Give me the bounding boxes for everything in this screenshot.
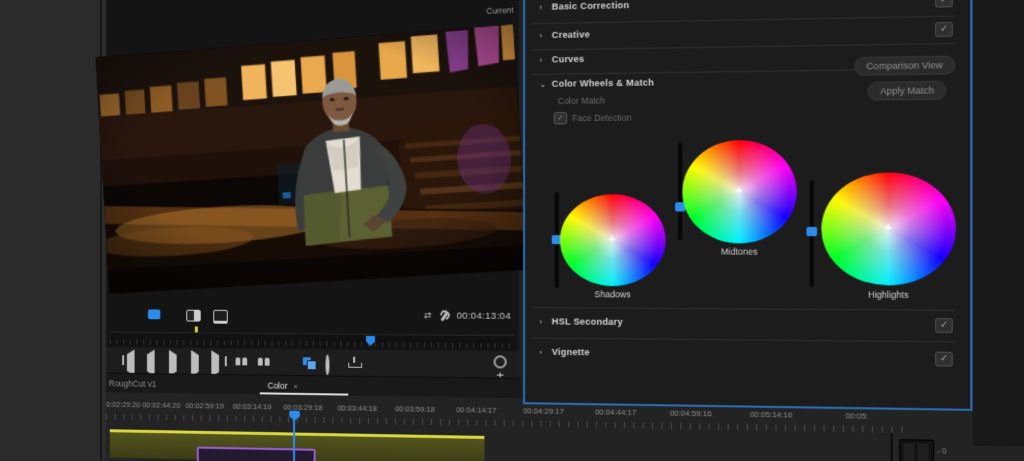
screenshot-stage: ⇄ 00:04:13:04 + Current RoughCut v1 Colo… <box>0 0 1024 461</box>
comparison-view-button[interactable]: Comparison View <box>854 55 955 76</box>
timeline-playhead-line <box>293 419 296 461</box>
video-clip-purple-selected[interactable] <box>196 446 316 461</box>
ruler-label: 00:04:29:17 <box>523 406 564 416</box>
creative-checkbox[interactable]: ✓ <box>935 21 953 37</box>
ruler-label: 00:02:29:20 <box>106 399 141 410</box>
vignette-checkbox[interactable]: ✓ <box>935 351 953 367</box>
extract-icon[interactable] <box>258 356 270 368</box>
section-vignette[interactable]: › Vignette <box>525 345 970 368</box>
ruler-label: 00:04:44:17 <box>595 407 637 418</box>
color-match-label: Color Match <box>557 95 606 107</box>
audio-meter-zero-label: - 0 <box>937 448 947 456</box>
premiere-app-window: ⇄ 00:04:13:04 + Current RoughCut v1 Colo… <box>95 0 1024 461</box>
highlights-label: Highlights <box>868 289 909 301</box>
wheel-center-cross: + <box>609 233 616 246</box>
lift-icon[interactable] <box>236 355 248 367</box>
playback-toggle-icon[interactable] <box>147 309 161 320</box>
hsl-secondary-checkbox[interactable]: ✓ <box>935 318 953 333</box>
display-output-icon[interactable] <box>213 309 228 324</box>
shadows-color-wheel[interactable]: + <box>559 194 666 287</box>
section-hsl-secondary[interactable]: › HSL Secondary <box>525 315 970 337</box>
shadows-label: Shadows <box>594 289 631 300</box>
divider <box>531 307 955 311</box>
highlights-luma-slider[interactable] <box>806 180 818 288</box>
tab-color[interactable]: Color × <box>268 381 298 391</box>
highlights-color-wheel[interactable]: + <box>821 172 957 286</box>
chevron-right-icon: › <box>539 31 543 41</box>
loop-icon[interactable] <box>325 354 338 376</box>
ruler-label: 00:04:59:16 <box>669 408 712 419</box>
section-label: Creative <box>551 29 590 41</box>
chevron-right-icon: › <box>539 347 543 357</box>
drag-video-icon[interactable] <box>303 356 315 368</box>
export-media-icon[interactable] <box>348 357 360 369</box>
sequence-timecode[interactable]: 00:04:13:04 <box>457 311 511 323</box>
step-back-icon[interactable] <box>146 349 158 377</box>
apply-match-button[interactable]: Apply Match <box>868 80 947 101</box>
video-preview[interactable] <box>95 24 529 294</box>
monitor-toolbar-right: ⇄ 00:04:13:04 <box>424 310 511 322</box>
section-label: Curves <box>551 53 585 65</box>
play-icon[interactable] <box>168 349 181 377</box>
step-forward-icon[interactable] <box>191 350 203 377</box>
face-detection-label: Face Detection <box>572 112 632 124</box>
shadows-luma-slider[interactable] <box>551 192 562 288</box>
ruler-label: 00:03:14:19 <box>232 401 272 412</box>
section-label: Color Wheels & Match <box>551 77 655 89</box>
section-label: Vignette <box>551 346 590 358</box>
settings-wrench-icon[interactable] <box>438 311 448 321</box>
audio-meter <box>899 439 935 461</box>
chevron-right-icon: › <box>539 55 543 65</box>
ruler-label: 00:03:44:18 <box>337 403 377 414</box>
section-label: Basic Correction <box>551 0 630 12</box>
highlights-slider-handle[interactable] <box>806 226 818 237</box>
midtones-label: Midtones <box>721 246 758 257</box>
right-empty-column <box>972 0 1024 448</box>
tab-roughcut[interactable]: RoughCut v1 <box>109 378 156 388</box>
ruler-label: 00:04:14:17 <box>456 405 497 415</box>
wheel-center-cross: + <box>735 184 743 198</box>
wheel-center-cross: + <box>884 222 892 235</box>
midtones-color-wheel[interactable]: + <box>682 139 797 244</box>
comparison-split-icon[interactable] <box>186 309 201 322</box>
program-monitor-panel: ⇄ 00:04:13:04 + <box>95 0 529 383</box>
go-to-out-icon[interactable] <box>211 350 225 377</box>
meter-divider <box>890 432 893 461</box>
basic-correction-checkbox[interactable]: ✓ <box>935 0 953 8</box>
chevron-right-icon: › <box>539 317 543 327</box>
monitor-scrubber[interactable] <box>109 326 515 350</box>
go-to-in-icon[interactable] <box>125 349 136 376</box>
ruler-label: 00:03:59:18 <box>395 404 435 414</box>
background-left-strip <box>0 0 102 461</box>
ruler-label: 00:02:59:19 <box>185 401 224 411</box>
fit-zoom-icon[interactable]: ⇄ <box>424 310 431 321</box>
scrubber-yellow-marker <box>194 326 198 333</box>
section-label: HSL Secondary <box>551 316 623 328</box>
tab-close-icon[interactable]: × <box>293 382 298 391</box>
export-frame-icon[interactable] <box>280 356 292 368</box>
chevron-down-icon: ⌄ <box>539 79 547 89</box>
video-scene <box>95 24 529 294</box>
lumetri-color-panel: › Basic Correction ✓ › Creative ✓ › Curv… <box>523 0 973 411</box>
ruler-label: 00:05:14:16 <box>750 409 793 420</box>
divider <box>531 337 955 343</box>
face-detection-checkbox[interactable]: ✓ <box>553 112 568 125</box>
ruler-label: 00:05: <box>845 411 869 421</box>
gear-icon[interactable] <box>493 355 507 369</box>
ruler-label: 00:02:44:20 <box>142 400 181 410</box>
